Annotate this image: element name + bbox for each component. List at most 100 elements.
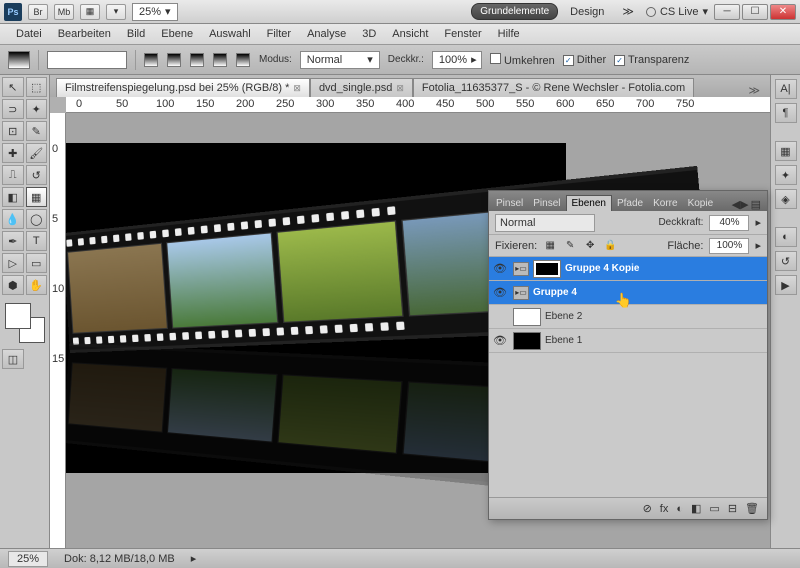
wand-tool[interactable]: ✦	[26, 99, 48, 119]
eyedropper-tool[interactable]: ✎	[26, 121, 48, 141]
path-select-tool[interactable]: ▷	[2, 253, 24, 273]
gradient-radial-icon[interactable]	[167, 53, 181, 67]
visibility-icon[interactable]: 👁	[491, 284, 509, 302]
type-tool[interactable]: T	[26, 231, 48, 251]
menu-3d[interactable]: 3D	[354, 26, 384, 42]
doc-tab-1[interactable]: Filmstreifenspiegelung.psd bei 25% (RGB/…	[56, 78, 310, 97]
layer-row[interactable]: Ebene 2	[489, 305, 767, 329]
layers-panel[interactable]: Pinsel Pinsel Ebenen Pfade Korre Kopie ◀…	[488, 190, 768, 520]
umkehren-checkbox[interactable]: Umkehren	[490, 53, 555, 67]
doc-tab-3[interactable]: Fotolia_11635377_S - © Rene Wechsler - F…	[413, 78, 694, 97]
layer-row[interactable]: 👁 ▸▭ Gruppe 4 Kopie	[489, 257, 767, 281]
layer-name[interactable]: Gruppe 4 Kopie	[565, 263, 639, 274]
layer-name[interactable]: Ebene 2	[545, 311, 582, 322]
blur-tool[interactable]: 💧	[2, 209, 24, 229]
crop-tool[interactable]: ⊡	[2, 121, 24, 141]
menu-analyse[interactable]: Analyse	[299, 26, 354, 42]
gradient-preview[interactable]	[47, 51, 127, 69]
add-mask-icon[interactable]: ◐	[676, 503, 683, 515]
opacity-field[interactable]: 100%▸	[432, 51, 482, 69]
actions-panel-icon[interactable]: ▶	[775, 275, 797, 295]
styles-panel-icon[interactable]: ✦	[775, 165, 797, 185]
history-panel-icon[interactable]: ↺	[775, 251, 797, 271]
minibridge-button[interactable]: Mb	[54, 4, 74, 20]
brush-tool[interactable]: 🖌	[26, 143, 48, 163]
fill-flyout-icon[interactable]: ▸	[755, 239, 761, 252]
layer-thumb[interactable]	[513, 308, 541, 326]
mask-thumb[interactable]	[533, 260, 561, 278]
workspace-active-button[interactable]: Grundelemente	[471, 3, 558, 20]
gradient-tool-icon[interactable]	[8, 51, 30, 69]
window-close-button[interactable]: ✕	[770, 4, 796, 20]
menu-auswahl[interactable]: Auswahl	[201, 26, 259, 42]
gradient-tool[interactable]: ▦	[26, 187, 48, 207]
lock-all-icon[interactable]: 🔒	[603, 239, 617, 253]
panel-tab-pfade[interactable]: Pfade	[612, 196, 648, 211]
dither-checkbox[interactable]: ✓ Dither	[563, 54, 606, 66]
quickmask-button[interactable]: ◫	[2, 349, 24, 369]
3d-tool[interactable]: ⬢	[2, 275, 24, 295]
doc-tab-2[interactable]: dvd_single.psd⊠	[310, 78, 413, 97]
history-brush-tool[interactable]: ↺	[26, 165, 48, 185]
menu-datei[interactable]: Datei	[8, 26, 50, 42]
menu-hilfe[interactable]: Hilfe	[490, 26, 528, 42]
swatches-panel-icon[interactable]: ▦	[775, 141, 797, 161]
layer-name[interactable]: Ebene 1	[545, 335, 582, 346]
status-flyout-icon[interactable]: ▸	[191, 552, 197, 565]
shape-tool[interactable]: ▭	[26, 253, 48, 273]
screen-mode-button[interactable]: ▾	[106, 4, 126, 20]
heal-tool[interactable]: ✚	[2, 143, 24, 163]
gradient-linear-icon[interactable]	[144, 53, 158, 67]
panel-tab-kopie[interactable]: Kopie	[683, 196, 719, 211]
opacity-flyout-icon[interactable]: ▸	[755, 216, 761, 229]
stamp-tool[interactable]: ⎍	[2, 165, 24, 185]
gradient-angle-icon[interactable]	[190, 53, 204, 67]
panel-collapse-icon[interactable]: ◀▶	[732, 198, 749, 211]
lasso-tool[interactable]: ⊃	[2, 99, 24, 119]
tabs-overflow-button[interactable]: ≫	[744, 84, 764, 97]
transparenz-checkbox[interactable]: ✓ Transparenz	[614, 54, 689, 66]
character-panel-icon[interactable]: A|	[775, 79, 797, 99]
layer-name[interactable]: Gruppe 4	[533, 287, 577, 298]
cslive-button[interactable]: CS Live▾	[646, 5, 708, 18]
panel-tab-korre[interactable]: Korre	[648, 196, 682, 211]
close-icon[interactable]: ⊠	[396, 83, 404, 94]
panel-tab-pinsel[interactable]: Pinsel	[491, 196, 528, 211]
layers-panel-icon[interactable]: ◈	[775, 189, 797, 209]
dodge-tool[interactable]: ◯	[26, 209, 48, 229]
layer-thumb[interactable]	[513, 332, 541, 350]
menu-fenster[interactable]: Fenster	[436, 26, 489, 42]
adjustments-panel-icon[interactable]: ◐	[775, 227, 797, 247]
adjustment-layer-icon[interactable]: ◧	[691, 502, 701, 515]
panel-tab-pinsel2[interactable]: Pinsel	[528, 196, 565, 211]
fg-color-icon[interactable]	[5, 303, 31, 329]
visibility-icon[interactable]	[491, 308, 509, 326]
layer-row[interactable]: 👁 Ebene 1	[489, 329, 767, 353]
panel-menu-icon[interactable]: ▤	[751, 198, 761, 211]
lock-transparency-icon[interactable]: ▦	[543, 239, 557, 253]
lock-position-icon[interactable]: ✥	[583, 239, 597, 253]
bridge-button[interactable]: Br	[28, 4, 48, 20]
move-tool[interactable]: ↖	[2, 77, 24, 97]
new-layer-icon[interactable]: ⊟	[728, 502, 737, 515]
gradient-diamond-icon[interactable]	[236, 53, 250, 67]
visibility-icon[interactable]: 👁	[491, 260, 509, 278]
fill-input[interactable]: 100%	[709, 238, 749, 254]
layer-row[interactable]: 👁 ▸▭ Gruppe 4	[489, 281, 767, 305]
menu-filter[interactable]: Filter	[259, 26, 299, 42]
menu-ebene[interactable]: Ebene	[153, 26, 201, 42]
paragraph-panel-icon[interactable]: ¶	[775, 103, 797, 123]
visibility-icon[interactable]: 👁	[491, 332, 509, 350]
delete-layer-icon[interactable]: 🗑	[745, 502, 759, 515]
window-minimize-button[interactable]: ─	[714, 4, 740, 20]
zoom-level[interactable]: 25%	[8, 551, 48, 567]
link-layers-icon[interactable]: ⊘	[643, 502, 652, 515]
pen-tool[interactable]: ✒	[2, 231, 24, 251]
menu-bearbeiten[interactable]: Bearbeiten	[50, 26, 119, 42]
workspace-design-button[interactable]: Design	[564, 4, 610, 20]
arrange-button[interactable]: ▦	[80, 4, 100, 20]
zoom-dropdown[interactable]: 25%▾	[132, 3, 178, 21]
eraser-tool[interactable]: ◧	[2, 187, 24, 207]
marquee-tool[interactable]: ⬚	[26, 77, 48, 97]
layer-blend-dropdown[interactable]: Normal	[495, 214, 595, 232]
